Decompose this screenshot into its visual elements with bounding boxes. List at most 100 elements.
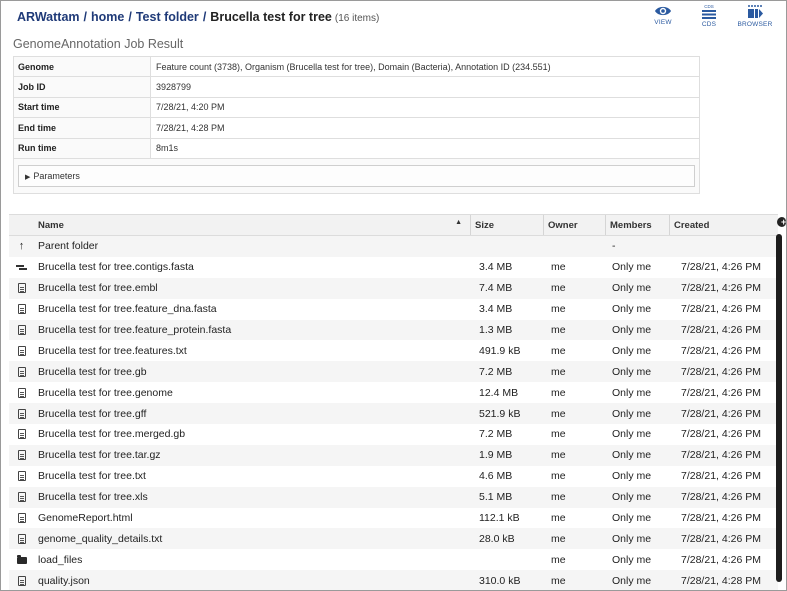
file-icon	[17, 304, 26, 315]
table-row[interactable]: GenomeReport.html 112.1 kB me Only me 7/28/2…	[9, 508, 778, 529]
file-members: Only me	[612, 303, 652, 316]
file-icon	[17, 450, 26, 461]
file-members: Only me	[612, 428, 652, 441]
job-row-value: 7/28/21, 4:28 PM	[150, 117, 700, 139]
file-created: 7/28/21, 4:26 PM	[681, 470, 761, 483]
file-name: genome_quality_details.txt	[38, 532, 163, 545]
file-icon	[17, 429, 26, 440]
job-row-key: Genome	[13, 55, 151, 78]
parameters-row: ▶ Parameters	[13, 157, 700, 194]
cds-button-label: CDS	[701, 21, 717, 28]
table-row[interactable]: Brucella test for tree.tar.gz 1.9 MB me Onl…	[9, 444, 778, 466]
column-header-created[interactable]: Created	[670, 215, 778, 235]
column-header-members[interactable]: Members	[606, 215, 670, 235]
breadcrumb-separator: /	[83, 10, 87, 24]
table-row[interactable]: genome_quality_details.txt 28.0 kB me Only …	[9, 528, 778, 550]
row-icon-cell	[9, 528, 34, 549]
table-row[interactable]: Brucella test for tree.genome 12.4 MB me On…	[9, 382, 778, 403]
file-members: Only me	[612, 512, 652, 525]
parameters-toggle[interactable]: ▶ Parameters	[18, 164, 695, 187]
file-owner: me	[551, 386, 566, 399]
parameters-cell: ▶ Parameters	[13, 157, 700, 194]
action-bar: VIEW CDS CDS BROWSER	[640, 4, 778, 28]
row-icon-cell	[9, 340, 34, 361]
file-created: 7/28/21, 4:26 PM	[681, 449, 761, 462]
breadcrumb-current: Brucella test for tree	[210, 10, 332, 24]
file-name: Brucella test for tree.gff	[38, 407, 147, 420]
file-owner: me	[551, 428, 566, 441]
breadcrumb: ARWattam / home / Test folder / Brucella test …	[17, 10, 379, 24]
file-owner: me	[551, 532, 566, 545]
table-row[interactable]: Brucella test for tree.feature_protein.f…	[9, 319, 778, 341]
table-row[interactable]: load_files me Only me 7/28/21, 4:26 PM	[9, 549, 778, 570]
grid-header: Name ▲ Size Owner Members Created +	[9, 214, 786, 236]
table-row[interactable]: Brucella test for tree.gb 7.2 MB me Only me…	[9, 361, 778, 383]
file-grid: Name ▲ Size Owner Members Created + ↑ Par…	[9, 214, 786, 590]
add-column-icon[interactable]: +	[777, 217, 786, 227]
file-members: Only me	[612, 344, 652, 357]
view-button-label: VIEW	[654, 19, 672, 26]
file-icon	[17, 471, 26, 482]
row-icon-cell	[9, 403, 34, 424]
grid-body: ↑ Parent folder - Brucella test for tree.co…	[9, 236, 778, 590]
table-row[interactable]: Brucella test for tree.merged.gb 7.2 MB me…	[9, 424, 778, 445]
table-row[interactable]: Brucella test for tree.xls 5.1 MB me Only m…	[9, 486, 778, 508]
breadcrumb-link-home[interactable]: home	[91, 10, 124, 24]
breadcrumb-link-user[interactable]: ARWattam	[17, 10, 80, 24]
job-row-key: Job ID	[13, 76, 151, 98]
file-size: 112.1 kB	[479, 512, 520, 525]
parent-folder-icon: ↑	[18, 239, 25, 252]
table-row[interactable]: Brucella test for tree.gff 521.9 kB me Only…	[9, 403, 778, 425]
column-header-owner[interactable]: Owner	[544, 215, 606, 235]
file-members: Only me	[612, 449, 652, 462]
view-button[interactable]: VIEW	[640, 4, 686, 28]
file-members: Only me	[612, 470, 652, 483]
file-created: 7/28/21, 4:26 PM	[681, 428, 761, 441]
row-icon-cell	[9, 424, 34, 445]
table-row[interactable]: quality.json 310.0 kB me Only me 7/28/21, 4:…	[9, 570, 778, 590]
table-row[interactable]: Brucella test for tree.embl 7.4 MB me Only …	[9, 277, 778, 299]
row-icon-cell: ↑	[9, 236, 34, 257]
file-members: -	[612, 240, 616, 253]
job-row-key: Run time	[13, 137, 151, 159]
cds-icon-badge: CDS	[704, 4, 714, 9]
column-header-size[interactable]: Size	[471, 215, 544, 235]
file-created: 7/28/21, 4:26 PM	[681, 344, 761, 357]
job-row-key: End time	[13, 117, 151, 139]
contigs-icon	[16, 263, 27, 271]
row-icon-cell	[9, 549, 34, 570]
genome-browser-icon	[745, 4, 765, 20]
file-members: Only me	[612, 491, 652, 504]
table-row[interactable]: Brucella test for tree.feature_dna.fasta…	[9, 299, 778, 320]
file-owner: me	[551, 553, 566, 566]
file-icon	[17, 366, 26, 377]
file-created: 7/28/21, 4:26 PM	[681, 407, 761, 420]
table-row[interactable]: Brucella test for tree.contigs.fasta 3.4 …	[9, 257, 778, 278]
job-row-genome: Genome Feature count (3738), Organism (B…	[13, 55, 700, 78]
browser-button[interactable]: BROWSER	[732, 4, 778, 28]
file-created: 7/28/21, 4:26 PM	[681, 386, 761, 399]
file-members: Only me	[612, 553, 652, 566]
breadcrumb-link-folder[interactable]: Test folder	[136, 10, 199, 24]
cds-button[interactable]: CDS CDS	[686, 4, 732, 28]
file-members: Only me	[612, 407, 652, 420]
file-created: 7/28/21, 4:26 PM	[681, 512, 761, 525]
file-created: 7/28/21, 4:26 PM	[681, 261, 761, 274]
file-owner	[544, 236, 606, 257]
grid-scrollbar[interactable]	[776, 234, 782, 582]
file-size: 521.9 kB	[479, 407, 521, 420]
table-row[interactable]: ↑ Parent folder -	[9, 236, 778, 257]
row-icon-cell	[9, 299, 34, 320]
job-row-value: 3928799	[150, 76, 700, 98]
file-created: 7/28/21, 4:28 PM	[681, 574, 761, 587]
table-row[interactable]: Brucella test for tree.features.txt 491.9…	[9, 340, 778, 361]
table-row[interactable]: Brucella test for tree.txt 4.6 MB me Only m…	[9, 466, 778, 487]
file-icon	[17, 533, 26, 544]
file-members: Only me	[612, 365, 652, 378]
file-icon	[17, 492, 26, 503]
row-icon-cell	[9, 487, 34, 508]
column-header-label: Name	[38, 219, 64, 231]
column-header-name[interactable]: Name ▲	[34, 215, 471, 235]
file-name: Parent folder	[38, 240, 99, 253]
file-name: Brucella test for tree.embl	[38, 282, 158, 295]
